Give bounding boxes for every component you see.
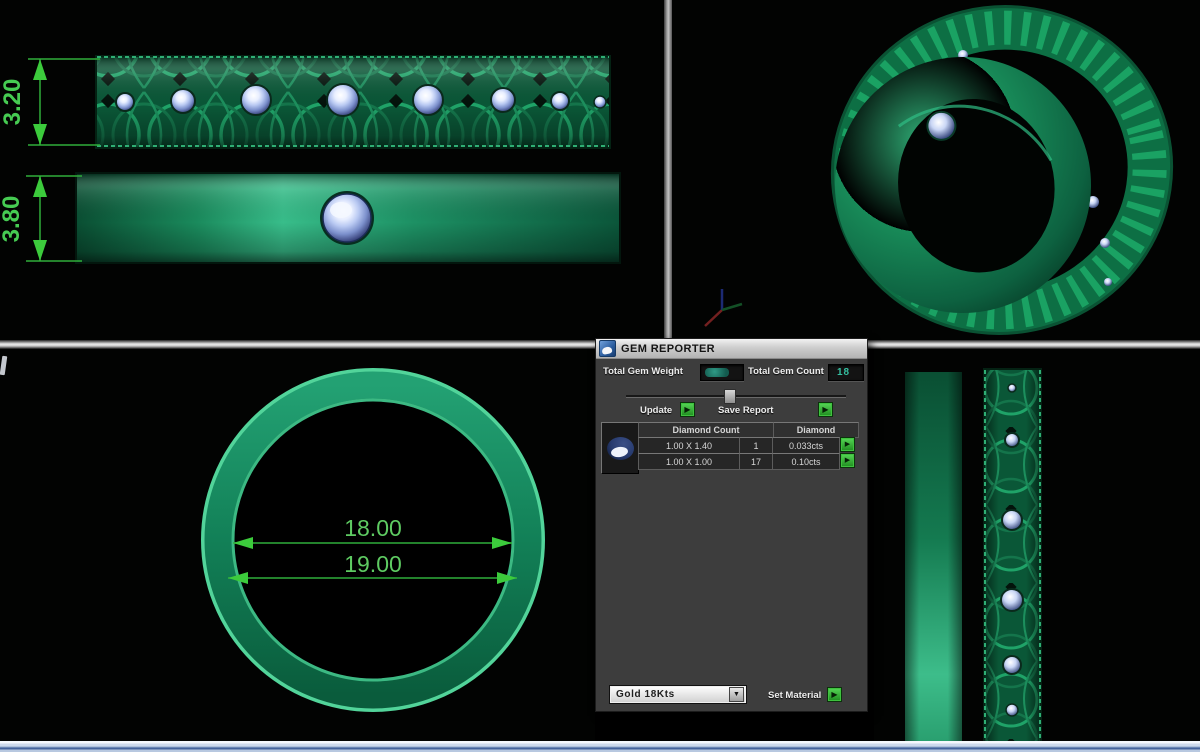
set-material-label: Set Material: [768, 690, 821, 701]
header-diamond: Diamond: [773, 422, 859, 438]
gem-reporter-dialog: GEM REPORTER Total Gem Weight Total Gem …: [595, 338, 868, 712]
dialog-title-bar[interactable]: GEM REPORTER: [596, 339, 867, 359]
count-number: 18: [837, 367, 850, 378]
set-material-button[interactable]: ▶: [827, 687, 842, 702]
gem-size-cell: 1.00 X 1.40: [638, 437, 740, 454]
dimension-plain-height: 3.80: [0, 176, 82, 261]
gem-weight-cell: 0.033cts: [772, 437, 840, 454]
viewport-side-pair[interactable]: [874, 349, 1200, 741]
run-arrow-icon: ▶: [831, 691, 837, 699]
row-select-button[interactable]: ▶: [840, 453, 855, 468]
run-arrow-icon: ▶: [845, 457, 850, 464]
dropdown-arrow-icon[interactable]: ▼: [729, 687, 744, 702]
gem-reporter-icon: [599, 340, 616, 357]
ornate-band-front-view: [95, 55, 611, 149]
total-gem-count-label: Total Gem Count: [748, 366, 824, 377]
weight-slider-track[interactable]: [626, 395, 846, 398]
diamond-thumbnail-icon: [607, 437, 634, 460]
window-bottom-border: [0, 741, 1200, 752]
gem-weight-cell: 0.10cts: [772, 453, 840, 470]
gem-thumbnail: [601, 422, 639, 474]
svg-text:18.00: 18.00: [344, 515, 402, 541]
header-diamond-count: Diamond Count: [638, 422, 774, 438]
dialog-title: GEM REPORTER: [621, 343, 715, 355]
gem-table-row[interactable]: 1.00 X 1.00 17 0.10cts ▶: [638, 453, 860, 469]
total-gem-count-value: 18: [828, 364, 864, 381]
gem-count-cell: 1: [739, 437, 773, 454]
total-gem-weight-value: [700, 364, 744, 381]
viewport-divider-vertical[interactable]: [664, 0, 672, 340]
weight-slider-handle[interactable]: [724, 389, 736, 404]
viewport-top-view[interactable]: 18.00 19.00: [0, 349, 595, 741]
svg-text:19.00: 19.00: [344, 551, 402, 577]
viewport-front-elevation[interactable]: 3.20 3.80: [0, 0, 664, 340]
svg-text:3.20: 3.20: [0, 79, 26, 126]
material-dropdown-value: Gold 18Kts: [616, 689, 675, 700]
plain-band-side-view: [75, 172, 621, 264]
gem-table: Diamond Count Diamond 1.00 X 1.40 1 0.03…: [638, 422, 860, 469]
gem-count-cell: 17: [739, 453, 773, 470]
save-report-label: Save Report: [718, 405, 773, 416]
center-gem: [323, 194, 371, 242]
material-dropdown[interactable]: Gold 18Kts ▼: [609, 685, 747, 704]
update-button[interactable]: ▶: [680, 402, 695, 417]
viewport-perspective-3d[interactable]: [672, 0, 1200, 340]
run-arrow-icon: ▶: [845, 441, 850, 448]
total-gem-weight-label: Total Gem Weight: [603, 366, 683, 377]
axis-gizmo-icon: [705, 289, 742, 326]
update-label: Update: [640, 405, 672, 416]
save-report-button[interactable]: ▶: [818, 402, 833, 417]
plain-band-vertical: [905, 372, 962, 741]
ornate-band-vertical: [983, 368, 1042, 741]
dimension-ornate-height: 3.20: [0, 59, 100, 145]
run-arrow-icon: ▶: [822, 406, 828, 414]
gem-table-row[interactable]: 1.00 X 1.40 1 0.033cts ▶: [638, 437, 860, 453]
row-select-button[interactable]: ▶: [840, 437, 855, 452]
cad-application-window: 3.20 3.80: [0, 0, 1200, 752]
weight-value-chip: [705, 368, 729, 377]
run-arrow-icon: ▶: [684, 406, 690, 414]
svg-text:3.80: 3.80: [0, 196, 25, 243]
gem-table-header: Diamond Count Diamond: [638, 422, 860, 437]
gem-size-cell: 1.00 X 1.00: [638, 453, 740, 470]
